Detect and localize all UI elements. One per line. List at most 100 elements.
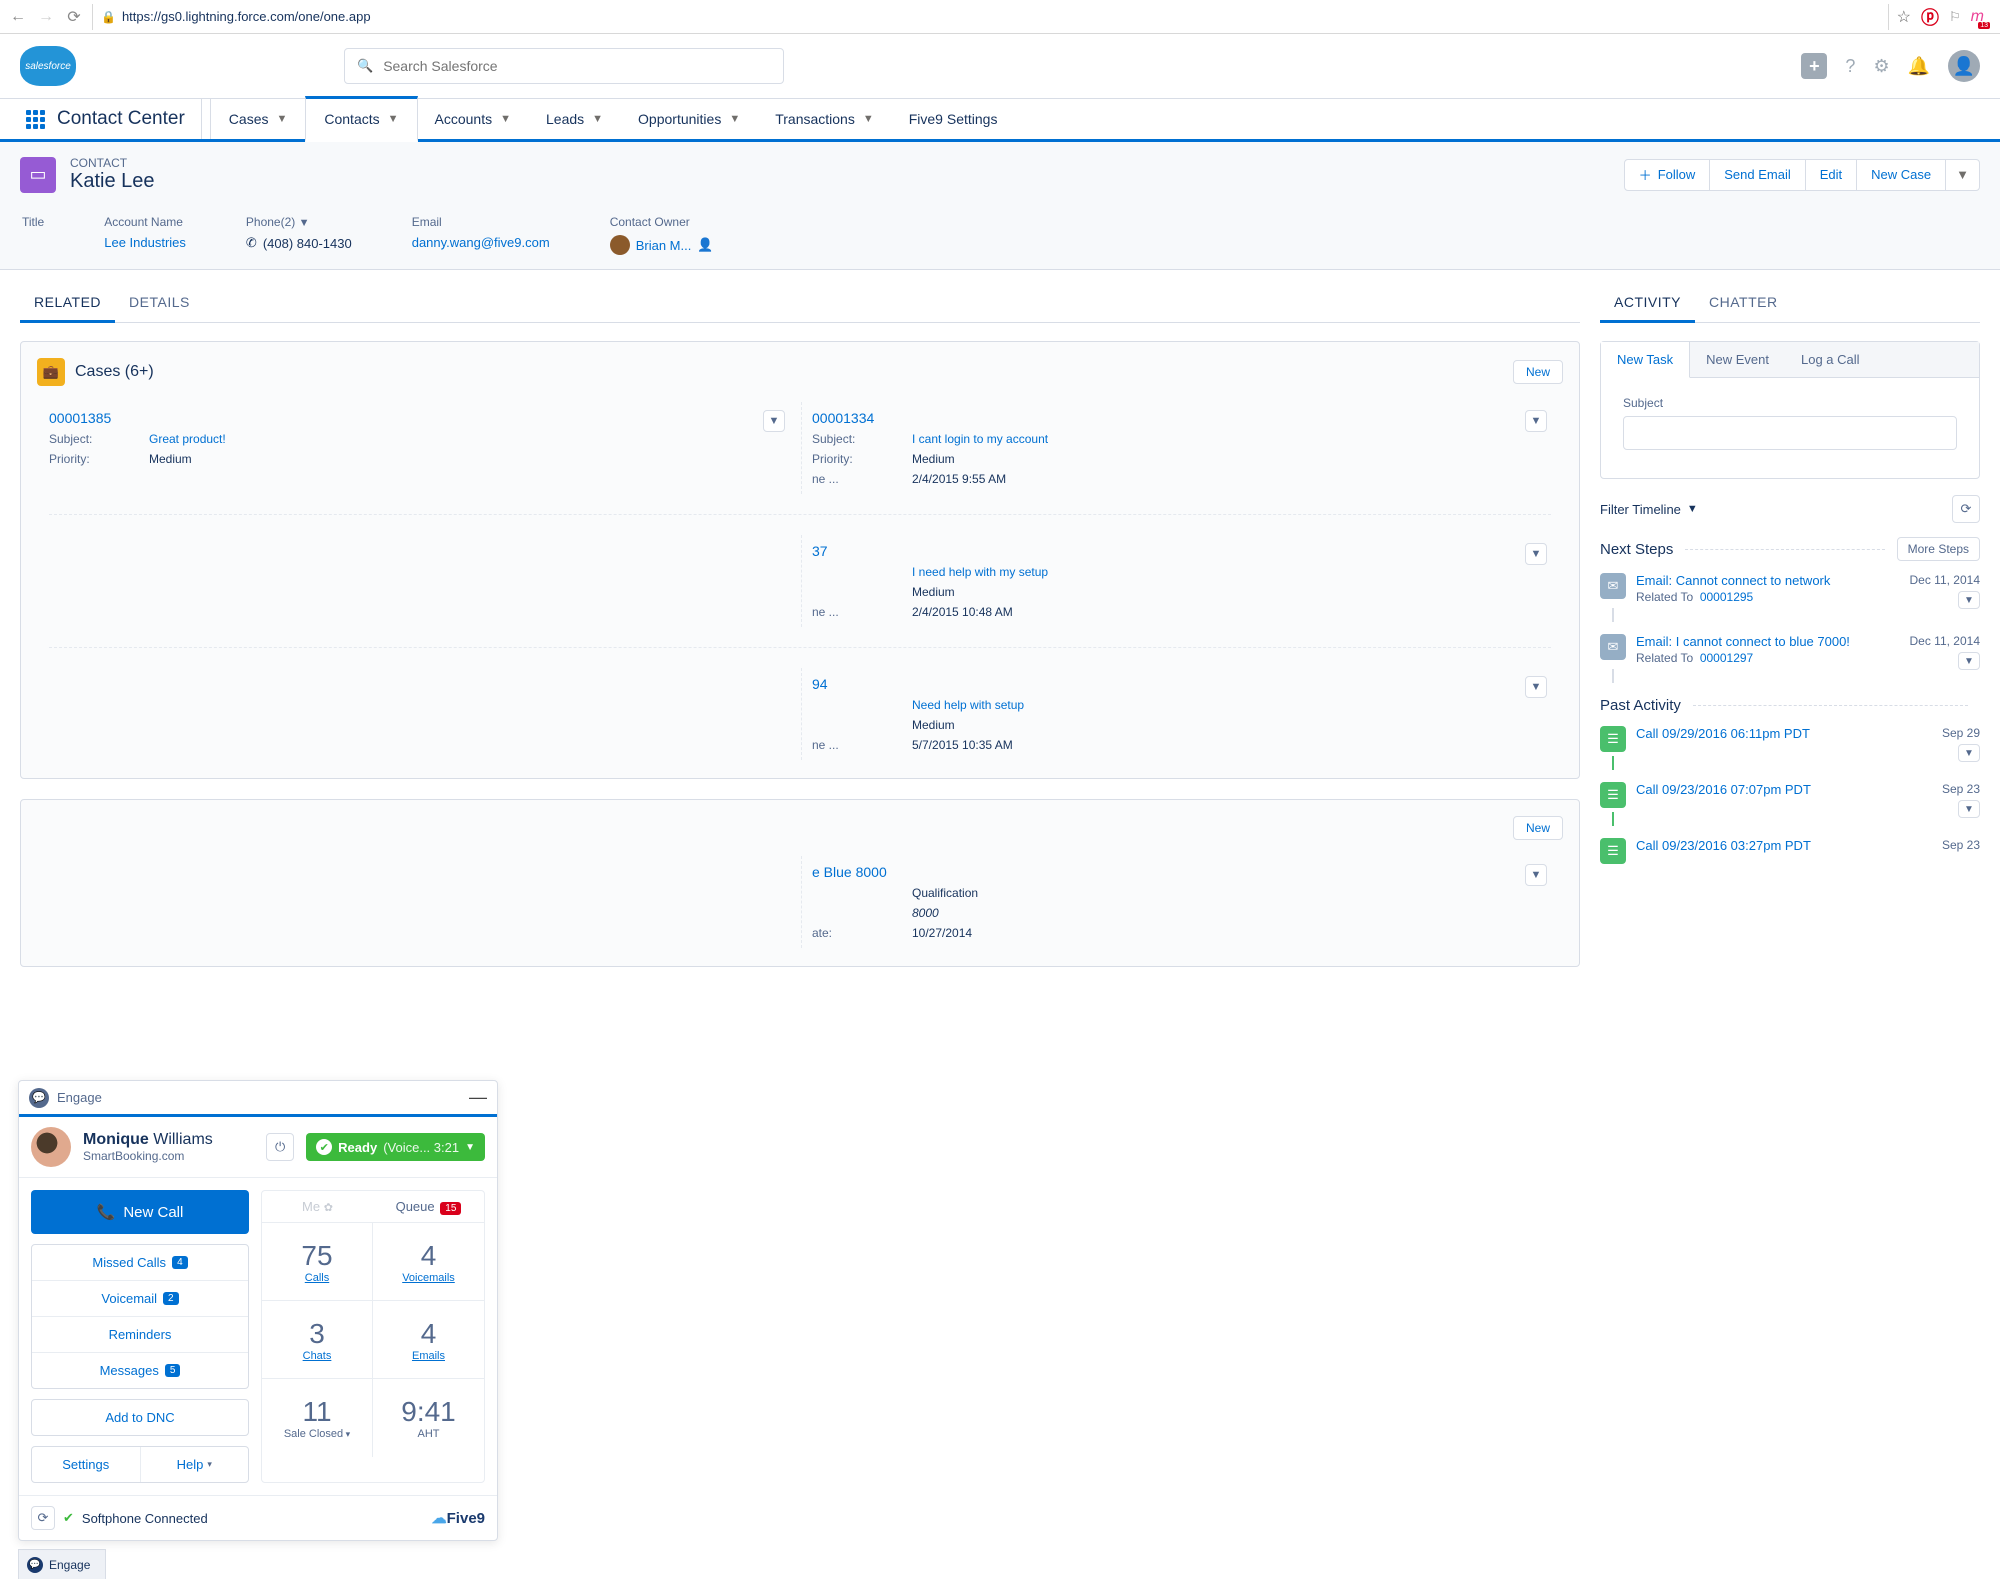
case-action-menu[interactable]: ▼ <box>1525 676 1547 698</box>
case-number-link[interactable]: 00001334 <box>812 410 874 426</box>
record-body: RELATED DETAILS 💼 Cases (6+) New 0000138… <box>0 284 2000 967</box>
case-number-link[interactable]: 00001385 <box>49 410 111 426</box>
global-header: salesforce 🔍 + ? ⚙ 🔔 👤 <box>0 34 2000 98</box>
record-actions: ＋Follow Send Email Edit New Case ▼ <box>1624 159 1980 191</box>
url-bar[interactable]: 🔒 https://gs0.lightning.force.com/one/on… <box>92 4 1889 30</box>
contact-object-icon: ▭ <box>20 157 56 193</box>
new-call-button[interactable]: 📞New Call <box>31 1190 249 1234</box>
stat-emails[interactable]: 4Emails <box>373 1301 484 1379</box>
follow-button[interactable]: ＋Follow <box>1624 159 1711 191</box>
minimize-icon[interactable]: — <box>469 1087 487 1108</box>
reload-icon[interactable]: ⟳ <box>64 7 84 27</box>
activity-title-link[interactable]: Call 09/29/2016 06:11pm PDT <box>1636 726 1980 741</box>
user-avatar[interactable]: 👤 <box>1948 50 1980 82</box>
messages-item[interactable]: Messages5 <box>32 1353 248 1388</box>
activity-menu[interactable]: ▼ <box>1958 744 1980 762</box>
setup-gear-icon[interactable]: ⚙ <box>1873 56 1889 77</box>
help-item[interactable]: Help▾ <box>140 1447 249 1482</box>
subtab-activity[interactable]: ACTIVITY <box>1600 284 1695 323</box>
related-link[interactable]: 00001297 <box>1700 651 1753 665</box>
case-number-link[interactable]: 94 <box>812 676 828 692</box>
new-opp-button[interactable]: New <box>1513 816 1563 840</box>
engage-taskbar-chip[interactable]: 💬 Engage <box>18 1549 106 1579</box>
opp-name-link[interactable]: e Blue 8000 <box>812 864 887 880</box>
stat-voicemails[interactable]: 4Voicemails <box>373 1223 484 1301</box>
case-action-menu[interactable]: ▼ <box>1525 543 1547 565</box>
subtab-related[interactable]: RELATED <box>20 284 115 323</box>
refresh-timeline-button[interactable]: ⟳ <box>1952 495 1980 523</box>
chevron-down-icon[interactable]: ▼ <box>299 217 310 229</box>
tab-contacts[interactable]: Contacts▼ <box>305 96 417 142</box>
stat-calls[interactable]: 75Calls <box>262 1223 373 1301</box>
global-add-button[interactable]: + <box>1801 53 1827 79</box>
opp-action-menu[interactable]: ▼ <box>1525 864 1547 886</box>
activity-time: Dec 11, 2014 <box>1910 573 1981 587</box>
activity-menu[interactable]: ▼ <box>1958 652 1980 670</box>
missed-calls-item[interactable]: Missed Calls4 <box>32 1245 248 1281</box>
activity-title-link[interactable]: Call 09/23/2016 03:27pm PDT <box>1636 838 1980 853</box>
softphone-refresh-button[interactable]: ⟳ <box>31 1506 55 1530</box>
case-action-menu[interactable]: ▼ <box>1525 410 1547 432</box>
tab-leads[interactable]: Leads▼ <box>528 99 621 139</box>
activity-menu[interactable]: ▼ <box>1958 800 1980 818</box>
extension-m-icon[interactable]: m13 <box>1971 8 1984 26</box>
new-case-button[interactable]: New Case <box>1856 159 1946 191</box>
acttab-new-event[interactable]: New Event <box>1690 342 1785 377</box>
tab-transactions[interactable]: Transactions▼ <box>757 99 892 139</box>
bookmark-star-icon[interactable]: ☆ <box>1897 7 1911 27</box>
activity-title-link[interactable]: Call 09/23/2016 07:07pm PDT <box>1636 782 1980 797</box>
subtab-chatter[interactable]: CHATTER <box>1695 284 1792 322</box>
search-icon: 🔍 <box>357 58 373 74</box>
power-button[interactable]: ⏻ <box>266 1133 294 1161</box>
related-link[interactable]: 00001295 <box>1700 590 1753 604</box>
search-input[interactable] <box>383 58 771 74</box>
stats-tab-me[interactable]: Me ✿ <box>262 1191 373 1222</box>
settings-item[interactable]: Settings <box>32 1447 140 1482</box>
stat-chats[interactable]: 3Chats <box>262 1301 373 1379</box>
send-email-button[interactable]: Send Email <box>1709 159 1805 191</box>
voicemail-item[interactable]: Voicemail2 <box>32 1281 248 1317</box>
tab-opportunities[interactable]: Opportunities▼ <box>620 99 758 139</box>
acttab-log-call[interactable]: Log a Call <box>1785 342 1876 377</box>
case-subject-link[interactable]: Great product! <box>149 432 226 446</box>
more-steps-button[interactable]: More Steps <box>1897 537 1980 561</box>
global-search[interactable]: 🔍 <box>344 48 784 84</box>
owner-avatar-icon <box>610 235 630 255</box>
add-to-dnc-item[interactable]: Add to DNC <box>32 1400 248 1435</box>
help-icon[interactable]: ? <box>1845 56 1855 77</box>
phone-value[interactable]: (408) 840-1430 <box>263 236 352 251</box>
stats-tab-queue[interactable]: Queue 15 <box>373 1191 484 1222</box>
app-launcher[interactable]: Contact Center <box>10 99 202 139</box>
subject-input[interactable] <box>1623 416 1957 450</box>
owner-link[interactable]: Brian M... <box>636 238 692 253</box>
case-action-menu[interactable]: ▼ <box>763 410 785 432</box>
forward-icon[interactable]: → <box>36 8 56 26</box>
filter-timeline-button[interactable]: Filter Timeline ▼ <box>1600 502 1698 517</box>
case-subject-link[interactable]: I cant login to my account <box>912 432 1048 446</box>
email-link[interactable]: danny.wang@five9.com <box>412 235 550 250</box>
tab-five9-settings[interactable]: Five9 Settings <box>891 99 1016 139</box>
pinterest-icon[interactable]: ⓟ <box>1921 4 1939 30</box>
edit-button[interactable]: Edit <box>1805 159 1857 191</box>
tab-accounts[interactable]: Accounts▼ <box>417 99 529 139</box>
case-item: 37 I need help with my setup Medium ne .… <box>812 543 1551 619</box>
back-icon[interactable]: ← <box>8 8 28 26</box>
case-subject-link[interactable]: Need help with setup <box>912 698 1024 712</box>
account-link[interactable]: Lee Industries <box>104 235 186 250</box>
subtab-details[interactable]: DETAILS <box>115 284 204 322</box>
salesforce-logo-icon[interactable]: salesforce <box>20 46 76 86</box>
stat-sale-closed[interactable]: 11Sale Closed <box>262 1379 373 1457</box>
case-subject-link[interactable]: I need help with my setup <box>912 565 1048 579</box>
case-number-link[interactable]: 37 <box>812 543 828 559</box>
extension-icon[interactable]: ⚐ <box>1949 9 1961 25</box>
notifications-bell-icon[interactable]: 🔔 <box>1908 56 1930 77</box>
more-actions-button[interactable]: ▼ <box>1945 159 1980 191</box>
tab-cases[interactable]: Cases▼ <box>210 99 307 139</box>
new-case-related-button[interactable]: New <box>1513 360 1563 384</box>
change-owner-icon[interactable]: 👤 <box>697 237 713 253</box>
activity-menu[interactable]: ▼ <box>1958 591 1980 609</box>
agent-status-button[interactable]: ✔ Ready (Voice... 3:21 ▼ <box>306 1133 485 1161</box>
agent-company: SmartBooking.com <box>83 1149 254 1163</box>
reminders-item[interactable]: Reminders <box>32 1317 248 1353</box>
acttab-new-task[interactable]: New Task <box>1601 342 1690 378</box>
